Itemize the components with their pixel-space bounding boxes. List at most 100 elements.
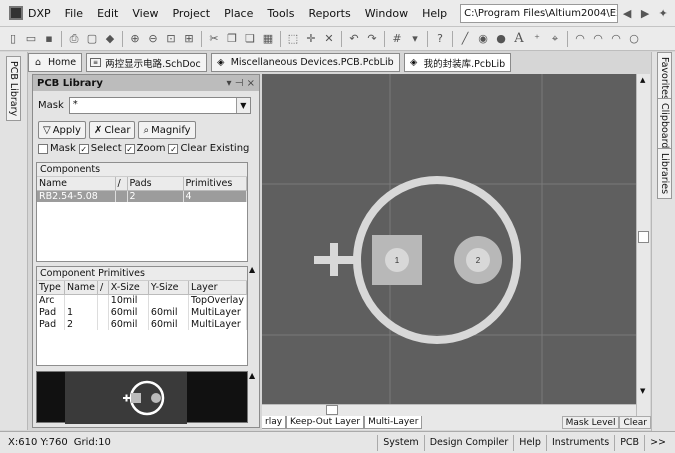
menu-window[interactable]: Window: [358, 7, 415, 20]
zoom-in-icon[interactable]: ⊕: [127, 31, 143, 47]
tab-keep-out-layer[interactable]: Keep-Out Layer: [286, 416, 365, 429]
design-compiler-button[interactable]: Design Compiler: [423, 434, 514, 451]
tab-home[interactable]: ⌂ Home: [28, 53, 83, 72]
col-name[interactable]: Name: [37, 177, 116, 191]
copy-icon[interactable]: ❐: [224, 31, 240, 47]
col-ysize[interactable]: Y-Size: [148, 281, 190, 295]
arc-any-icon[interactable]: ◠: [608, 31, 624, 47]
col-pads[interactable]: Pads: [127, 177, 184, 191]
tab-misc-devices[interactable]: ◈ Miscellaneous Devices.PCB.PcbLib: [210, 53, 400, 72]
place-line-icon[interactable]: ╱: [457, 31, 473, 47]
move-icon[interactable]: ✛: [303, 31, 319, 47]
open-icon[interactable]: ▭: [23, 31, 39, 47]
instruments-button[interactable]: Instruments: [545, 434, 614, 451]
menu-reports[interactable]: Reports: [301, 7, 357, 20]
menu-place[interactable]: Place: [217, 7, 260, 20]
col-sort[interactable]: /: [115, 177, 128, 191]
grid-icon[interactable]: #: [389, 31, 405, 47]
forward-icon[interactable]: ▶: [637, 5, 653, 21]
more-button[interactable]: >>: [644, 434, 671, 451]
menu-help[interactable]: Help: [415, 7, 454, 20]
system-button[interactable]: System: [377, 434, 423, 451]
tab-pcb-library[interactable]: PCB Library: [6, 56, 21, 122]
dropdown-icon[interactable]: ▾: [407, 31, 423, 47]
zoom-out-icon[interactable]: ⊖: [145, 31, 161, 47]
apply-button[interactable]: ▽ Apply: [38, 121, 86, 139]
place-pad-icon[interactable]: ◉: [475, 31, 491, 47]
clear-existing-checkbox[interactable]: ✓ Clear Existing: [168, 143, 249, 154]
mask-level-button[interactable]: Mask Level: [561, 416, 620, 429]
layer-icon[interactable]: ◆: [102, 31, 118, 47]
place-coordinate-icon[interactable]: ⁺: [529, 31, 545, 47]
mask-checkbox[interactable]: Mask: [38, 143, 76, 154]
col-xsize[interactable]: X-Size: [108, 281, 149, 295]
preview-icon[interactable]: ▢: [84, 31, 100, 47]
footprint-drawing: 1 2: [262, 74, 636, 404]
col-primitives[interactable]: Primitives: [183, 177, 247, 191]
tab-libraries[interactable]: Libraries: [657, 148, 672, 200]
scroll-up-icon[interactable]: ▲: [249, 371, 255, 380]
table-row[interactable]: RB2.54-5.08 2 4: [37, 190, 247, 202]
place-dimension-icon[interactable]: ⌖: [547, 31, 563, 47]
help-button[interactable]: Help: [513, 434, 546, 451]
menu-edit[interactable]: Edit: [90, 7, 125, 20]
dropdown-arrow-icon[interactable]: ▼: [235, 98, 250, 113]
redo-icon[interactable]: ↷: [364, 31, 380, 47]
tab-favorites[interactable]: Favorites: [657, 52, 672, 105]
clear-button[interactable]: ✗ Clear: [88, 121, 136, 139]
tab-multi-layer[interactable]: Multi-Layer: [364, 416, 423, 429]
paste-icon[interactable]: ❏: [242, 31, 258, 47]
vertical-scrollbar[interactable]: ▲ ▼: [636, 74, 650, 416]
horizontal-scrollbar[interactable]: [262, 404, 636, 416]
save-icon[interactable]: ▪: [41, 31, 57, 47]
scroll-up-icon[interactable]: ▲: [640, 76, 645, 84]
select-checkbox[interactable]: ✓ Select: [78, 143, 122, 154]
mask-input[interactable]: * ▼: [68, 97, 251, 114]
rubber-stamp-icon[interactable]: ▦: [260, 31, 276, 47]
tab-my-pcblib[interactable]: ◈ 我的封装库.PcbLib: [403, 53, 512, 72]
table-row[interactable]: Arc 10mil TopOverlay: [37, 294, 247, 306]
panel-controls[interactable]: ▾ ⊣ ×: [227, 78, 259, 89]
tab-overlay[interactable]: rlay: [262, 416, 287, 429]
menu-tools[interactable]: Tools: [260, 7, 301, 20]
cursor-coords: X:610 Y:760: [8, 437, 68, 448]
zoom-fit-icon[interactable]: ⊞: [181, 31, 197, 47]
place-via-icon[interactable]: ●: [493, 31, 509, 47]
back-icon[interactable]: ◀: [619, 5, 635, 21]
col-sort[interactable]: /: [97, 281, 109, 295]
clear-mask-button[interactable]: Clear: [619, 416, 651, 429]
col-layer[interactable]: Layer: [188, 281, 247, 295]
table-row[interactable]: Pad 2 60mil 60mil MultiLayer: [37, 318, 247, 330]
zoom-area-icon[interactable]: ⊡: [163, 31, 179, 47]
col-name[interactable]: Name: [64, 281, 99, 295]
menu-file[interactable]: File: [58, 7, 90, 20]
tab-clipboard[interactable]: Clipboard: [657, 98, 672, 154]
scroll-thumb[interactable]: [638, 231, 649, 243]
full-circle-icon[interactable]: ○: [626, 31, 642, 47]
print-icon[interactable]: ⎙: [66, 31, 82, 47]
table-row[interactable]: Pad 1 60mil 60mil MultiLayer: [37, 306, 247, 318]
help-icon[interactable]: ?: [432, 31, 448, 47]
cut-icon[interactable]: ✂: [206, 31, 222, 47]
path-field[interactable]: C:\Program Files\Altium2004\Ex: [460, 3, 619, 23]
undo-icon[interactable]: ↶: [346, 31, 362, 47]
tab-schdoc[interactable]: ≡ 两控显示电路.SchDoc: [86, 53, 207, 72]
pcb-button[interactable]: PCB: [614, 434, 644, 451]
pin-icon[interactable]: ✦: [655, 5, 671, 21]
menu-project[interactable]: Project: [165, 7, 217, 20]
select-area-icon[interactable]: ⬚: [285, 31, 301, 47]
scroll-down-icon[interactable]: ▼: [640, 387, 645, 395]
new-icon[interactable]: ▯: [5, 31, 21, 47]
arc-center-icon[interactable]: ◠: [572, 31, 588, 47]
scroll-thumb[interactable]: [326, 405, 338, 415]
menu-dxp[interactable]: DXP: [26, 7, 58, 20]
magnify-button[interactable]: ⌕ Magnify: [138, 121, 196, 139]
pcb-canvas[interactable]: 1 2: [262, 74, 636, 404]
col-type[interactable]: Type: [37, 281, 65, 295]
menu-view[interactable]: View: [125, 7, 165, 20]
arc-edge-icon[interactable]: ◠: [590, 31, 606, 47]
deselect-icon[interactable]: ✕: [321, 31, 337, 47]
scroll-up-icon[interactable]: ▲: [249, 265, 255, 274]
place-string-icon[interactable]: A: [511, 31, 527, 47]
zoom-checkbox[interactable]: ✓ Zoom: [124, 143, 165, 154]
